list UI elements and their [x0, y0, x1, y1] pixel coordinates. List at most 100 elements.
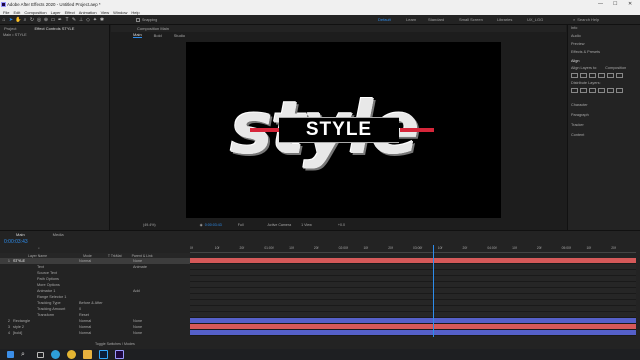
tab-composition[interactable]: Composition Main	[137, 26, 169, 31]
distribute-left-icon[interactable]	[598, 88, 605, 93]
menu-composition[interactable]: Composition	[24, 10, 46, 15]
time-ruler[interactable]: 0f 10f 20f 01:00f 10f 20f 02:00f 10f 20f 03:00f 10…	[190, 245, 636, 253]
roto-brush-tool-icon[interactable]: ✦	[92, 17, 98, 23]
layer-mode[interactable]: Reset	[79, 313, 109, 317]
layer-name[interactable]: Tracking Amount	[37, 307, 79, 311]
workspace-standard[interactable]: Standard	[428, 17, 444, 22]
panel-tracker[interactable]: Tracker	[571, 123, 637, 127]
panel-effects-presets[interactable]: Effects & Presets	[571, 50, 637, 54]
panel-info[interactable]: Info	[571, 26, 637, 30]
task-view-icon[interactable]	[37, 351, 44, 358]
close-button[interactable]: ✕	[628, 1, 632, 7]
rectangle-tool-icon[interactable]: ▭	[50, 17, 56, 23]
align-hcenter-icon[interactable]	[580, 73, 587, 78]
puppet-tool-icon[interactable]: ✱	[99, 17, 105, 23]
hand-tool-icon[interactable]: ✋	[15, 17, 21, 23]
layer-parent[interactable]: Animate	[133, 265, 173, 269]
pan-behind-tool-icon[interactable]: ⊕	[43, 17, 49, 23]
maximize-button[interactable]: ☐	[613, 1, 617, 7]
layer-parent[interactable]: None	[133, 319, 173, 323]
layer-mode[interactable]: Normal	[79, 259, 109, 263]
chrome-browser-icon[interactable]	[67, 350, 76, 359]
layer-name[interactable]: Range Selector 1	[37, 295, 79, 299]
menu-edit[interactable]: Edit	[13, 10, 20, 15]
layer-track[interactable]	[190, 330, 636, 336]
menu-file[interactable]: File	[3, 10, 9, 15]
align-to-dropdown[interactable]: Composition	[605, 66, 626, 70]
tab-effect-controls[interactable]: Effect Controls STYLE	[34, 26, 74, 31]
layer-name[interactable]: style 2	[13, 325, 79, 329]
align-vcenter-icon[interactable]	[607, 73, 614, 78]
views-dropdown[interactable]: 1 View	[301, 223, 312, 227]
search-help-field[interactable]: ⌕ Search Help	[573, 17, 633, 22]
panel-preview[interactable]: Preview	[571, 42, 637, 46]
workspace-ux-lgg[interactable]: UX_LGG	[527, 17, 543, 22]
toggle-switches-modes[interactable]: Toggle Switches / Modes	[95, 342, 135, 346]
layer-name[interactable]: More Options	[37, 283, 79, 287]
layer-name[interactable]: STYLE	[13, 259, 79, 263]
type-tool-icon[interactable]: T	[64, 17, 70, 23]
menu-animation[interactable]: Animation	[79, 10, 97, 15]
current-time-readout[interactable]: 0:00:03:43	[205, 223, 222, 227]
playhead[interactable]	[433, 245, 435, 337]
menu-window[interactable]: Window	[113, 10, 127, 15]
brush-tool-icon[interactable]: ✎	[71, 17, 77, 23]
distribute-right-icon[interactable]	[616, 88, 623, 93]
rotate-tool-icon[interactable]: ↻	[29, 17, 35, 23]
menu-effect[interactable]: Effect	[65, 10, 75, 15]
menu-view[interactable]: View	[101, 10, 110, 15]
distribute-bottom-icon[interactable]	[589, 88, 596, 93]
layer-mode[interactable]: Normal	[79, 331, 109, 335]
layer-parent[interactable]: None	[133, 325, 173, 329]
snapping-checkbox[interactable]	[136, 17, 140, 22]
layer-name[interactable]: Text	[37, 265, 79, 269]
taskbar-search-icon[interactable]: ⌕	[21, 350, 30, 359]
resolution-dropdown[interactable]: Full	[238, 223, 244, 227]
magnification-dropdown[interactable]: (49.4%)	[143, 223, 156, 227]
layer-mode[interactable]: Normal	[79, 325, 109, 329]
workspace-default[interactable]: Default	[378, 17, 391, 22]
workspace-libraries[interactable]: Libraries	[497, 17, 512, 22]
file-explorer-icon[interactable]	[83, 350, 92, 359]
eraser-tool-icon[interactable]: ◇	[85, 17, 91, 23]
layer-mode[interactable]: Normal	[79, 319, 109, 323]
clone-stamp-tool-icon[interactable]: ⊥	[78, 17, 84, 23]
photoshop-icon[interactable]	[99, 350, 108, 359]
workspace-small-screen[interactable]: Small Screen	[459, 17, 483, 22]
camera-dropdown[interactable]: Active Camera	[268, 223, 292, 227]
timeline-search-icon[interactable]: ⌕	[38, 246, 40, 250]
layer-name[interactable]: Transform	[37, 313, 79, 317]
tab-project[interactable]: Project	[4, 26, 16, 31]
layer-mode[interactable]: 0	[79, 307, 109, 311]
layer-parent[interactable]: Add	[133, 289, 173, 293]
windows-start-icon[interactable]	[7, 351, 14, 358]
layer-name[interactable]: [bold]	[13, 331, 79, 335]
selection-tool-icon[interactable]: ➤	[8, 17, 14, 23]
distribute-top-icon[interactable]	[571, 88, 578, 93]
layer-name[interactable]: Rectangle	[13, 319, 79, 323]
timeline-current-time[interactable]: 0:00:03:43	[4, 239, 28, 245]
comp-subtab-main[interactable]: Main	[133, 32, 142, 38]
layer-parent[interactable]: None	[133, 331, 173, 335]
layer-name[interactable]: Tracking Type	[37, 301, 79, 305]
after-effects-taskbar-icon[interactable]	[115, 350, 124, 359]
panel-audio[interactable]: Audio	[571, 34, 637, 38]
workspace-learn[interactable]: Learn	[406, 17, 416, 22]
layer-mode[interactable]: Before & After	[79, 301, 109, 305]
snapshot-icon[interactable]: ◉	[200, 223, 203, 227]
tab-timeline-media[interactable]: Media	[53, 232, 64, 237]
panel-paragraph[interactable]: Paragraph	[571, 113, 637, 117]
layer-parent[interactable]: None	[133, 259, 173, 263]
comp-subtab-studio[interactable]: Studio	[174, 33, 185, 38]
composition-viewer[interactable]: style STYLE	[186, 42, 501, 218]
home-icon[interactable]: ⌂	[1, 17, 7, 23]
layer-row[interactable]: 4 [bold] Normal None	[0, 330, 190, 336]
tab-timeline-main[interactable]: Main	[16, 232, 25, 237]
minimize-button[interactable]: —	[598, 1, 603, 7]
panel-align[interactable]: Align	[571, 59, 637, 63]
panel-character[interactable]: Character	[571, 103, 637, 107]
align-bottom-icon[interactable]	[616, 73, 623, 78]
comp-subtab-bold[interactable]: Bold	[154, 33, 162, 38]
distribute-vcenter-icon[interactable]	[580, 88, 587, 93]
panel-content[interactable]: Content	[571, 133, 637, 137]
